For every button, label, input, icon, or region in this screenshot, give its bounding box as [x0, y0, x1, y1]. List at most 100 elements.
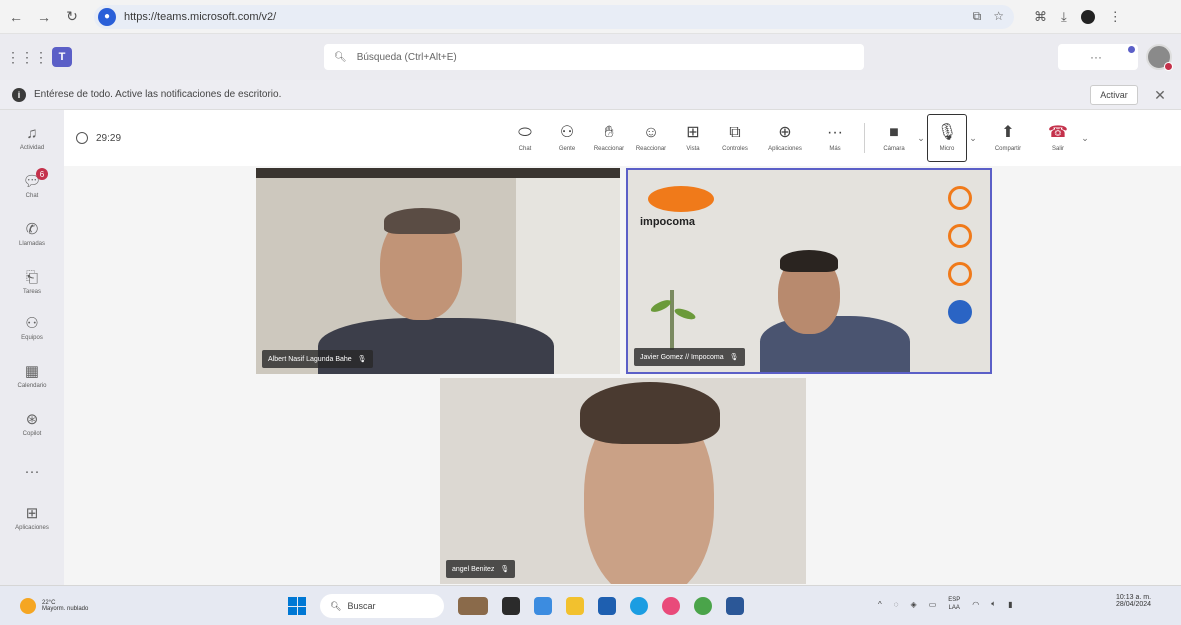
people-button[interactable]: ⚇ Gente [546, 114, 588, 162]
search-input[interactable]: 🔍︎ Búsqueda (Ctrl+Alt+E) [324, 44, 864, 70]
hangup-icon: ☎ [1048, 124, 1068, 141]
windows-start-icon[interactable] [288, 597, 306, 615]
participant-hair [780, 250, 838, 272]
app-launcher-icon[interactable]: ⋮⋮⋮ [6, 46, 48, 68]
chrome-icon[interactable] [694, 597, 712, 615]
task-view-icon[interactable] [502, 597, 520, 615]
notification-text: Entérese de todo. Active las notificacio… [34, 89, 282, 100]
rail-item-copilot[interactable]: ⊛ Copilot [0, 402, 64, 446]
participant-body [760, 316, 910, 372]
leave-button[interactable]: ☎ Salir [1037, 114, 1079, 162]
system-clock[interactable]: 10:13 a. m. 28/04/2024 [1116, 594, 1151, 608]
word-icon[interactable] [726, 597, 744, 615]
badge-2-icon [948, 224, 972, 248]
rail-item-apps[interactable]: ⊞ Aplicaciones [0, 496, 64, 540]
participant-hair [384, 208, 460, 234]
react-button[interactable]: ☺ Reaccionar [630, 114, 672, 162]
rail-item-tasks[interactable]: ⎗ Tareas [0, 260, 64, 304]
video-tile[interactable]: Albert Nasif Lagunda Bahe 🎙︎ [256, 168, 620, 374]
copilot-icon: ⊛ [25, 410, 39, 428]
chat-badge: 6 [36, 168, 48, 180]
badge-3-icon [948, 262, 972, 286]
more-button[interactable]: ··· Más [814, 114, 856, 162]
back-icon[interactable]: ← [4, 5, 28, 29]
taskbar-search-label: Buscar [347, 601, 376, 611]
chevron-up-icon[interactable]: ^ [878, 600, 882, 609]
view-button[interactable]: ⊞ Vista [672, 114, 714, 162]
leave-options-chevron-icon[interactable]: ⌄ [1079, 133, 1091, 144]
battery-icon[interactable]: ▮ [1008, 600, 1012, 609]
ceiling [256, 168, 620, 178]
view-label: Vista [686, 146, 700, 152]
rail-label: Actividad [19, 144, 45, 151]
rail-item-calls[interactable]: ✆ Llamadas [0, 212, 64, 256]
raise-hand-button[interactable]: ✋︎ Reaccionar [588, 114, 630, 162]
weather-widget[interactable]: 22°C Mayorm. nublado [20, 597, 88, 614]
settings-more-button[interactable]: ··· [1058, 44, 1138, 70]
volume-icon[interactable]: 🔈︎ [991, 599, 996, 609]
clock-time: 10:13 a. m. [1116, 594, 1152, 601]
tray-app-icon[interactable]: ◌ [894, 600, 899, 609]
left-rail: ♫ Actividad 💬︎ Chat 6 ✆ Llamadas ⎗ Tarea… [0, 110, 64, 585]
rail-item-calendar[interactable]: ▦ Calendario [0, 354, 64, 398]
leave-label: Salir [1051, 146, 1064, 152]
chat-button[interactable]: ⬭ Chat [504, 114, 546, 162]
video-tile[interactable]: angel Benitez 🎙︎ [440, 378, 806, 584]
info-icon: i [12, 87, 26, 102]
rail-item-more[interactable]: ··· [0, 450, 64, 494]
activate-notifications-button[interactable]: Activar [1090, 85, 1138, 105]
mic-muted-icon: 🎙︎ [936, 124, 958, 141]
store-icon[interactable] [534, 597, 552, 615]
camera-icon: ■ [889, 124, 899, 141]
rail-label: Calendario [17, 382, 47, 389]
lang-top: ESP [948, 597, 961, 603]
clock-date: 28/04/2024 [1116, 601, 1152, 608]
address-bar[interactable]: ● https://teams.microsoft.com/v2/ ⧉ ☆ [94, 4, 1014, 29]
edge-icon[interactable] [630, 597, 648, 615]
raise-label: Reaccionar [593, 146, 625, 152]
install-icon[interactable]: ⧉ [973, 9, 982, 24]
rail-item-chat[interactable]: 💬︎ Chat 6 [0, 164, 64, 208]
apps-button[interactable]: ⊕ Aplicaciones [756, 114, 814, 162]
rail-item-activity[interactable]: ♫ Actividad [0, 116, 64, 160]
share-button[interactable]: ⬆ Compartir [979, 114, 1037, 162]
camera-options-chevron-icon[interactable]: ⌄ [915, 133, 927, 144]
download-icon[interactable]: ⤓ [1061, 9, 1067, 25]
mic-button[interactable]: 🎙︎ Micro [927, 114, 967, 162]
extensions-icon[interactable]: ⌘ [1034, 9, 1047, 25]
notification-banner: i Entérese de todo. Active las notificac… [0, 80, 1181, 110]
grid-icon: ⊞ [686, 124, 700, 141]
participant-hair [580, 382, 720, 444]
language-indicator[interactable]: ESP LAA [948, 596, 960, 612]
mic-options-chevron-icon[interactable]: ⌄ [967, 133, 979, 144]
camera-button[interactable]: ■ Cámara [873, 114, 915, 162]
participant-name-tag: Javier Gomez // Impocoma 🎙︎ [634, 348, 745, 366]
tray-security-icon[interactable]: ◈ [911, 600, 917, 609]
mail-icon[interactable] [598, 597, 616, 615]
reload-icon[interactable]: ↻ [60, 5, 84, 29]
people-label: Gente [558, 146, 576, 152]
widget-icon[interactable] [458, 597, 488, 615]
video-tile-active[interactable]: impocoma Javier Gomez // Impocoma 🎙︎ [626, 168, 992, 374]
controls-button[interactable]: ⧉ Controles [714, 114, 756, 162]
close-icon[interactable]: ✕ [1152, 87, 1168, 103]
menu-icon[interactable]: ⋮ [1109, 9, 1122, 25]
clock-icon [76, 132, 88, 144]
bookmark-star-icon[interactable]: ☆ [993, 9, 1004, 24]
participant-name: angel Benitez [452, 565, 495, 573]
file-explorer-icon[interactable] [566, 597, 584, 615]
tray-display-icon[interactable]: ▭ [929, 600, 937, 609]
participant-name-tag: angel Benitez 🎙︎ [446, 560, 516, 578]
timer-text: 29:29 [96, 132, 122, 144]
taskbar-search[interactable]: 🔍︎ Buscar [320, 594, 444, 618]
share-icon: ⬆ [1001, 124, 1015, 141]
meeting-header: 29:29 ⬭ Chat ⚇ Gente ✋︎ Reaccionar ☺ Rea… [64, 110, 1181, 166]
rail-label: Tareas [22, 288, 41, 295]
forward-icon[interactable]: → [32, 5, 56, 29]
firefox-icon[interactable] [662, 597, 680, 615]
profile-icon[interactable] [1080, 9, 1095, 24]
wifi-icon[interactable]: ◠ [972, 600, 979, 609]
chat-label: Chat [518, 146, 532, 152]
participant-name: Javier Gomez // Impocoma [640, 353, 724, 361]
rail-item-teams[interactable]: ⚇ Equipos [0, 306, 64, 350]
